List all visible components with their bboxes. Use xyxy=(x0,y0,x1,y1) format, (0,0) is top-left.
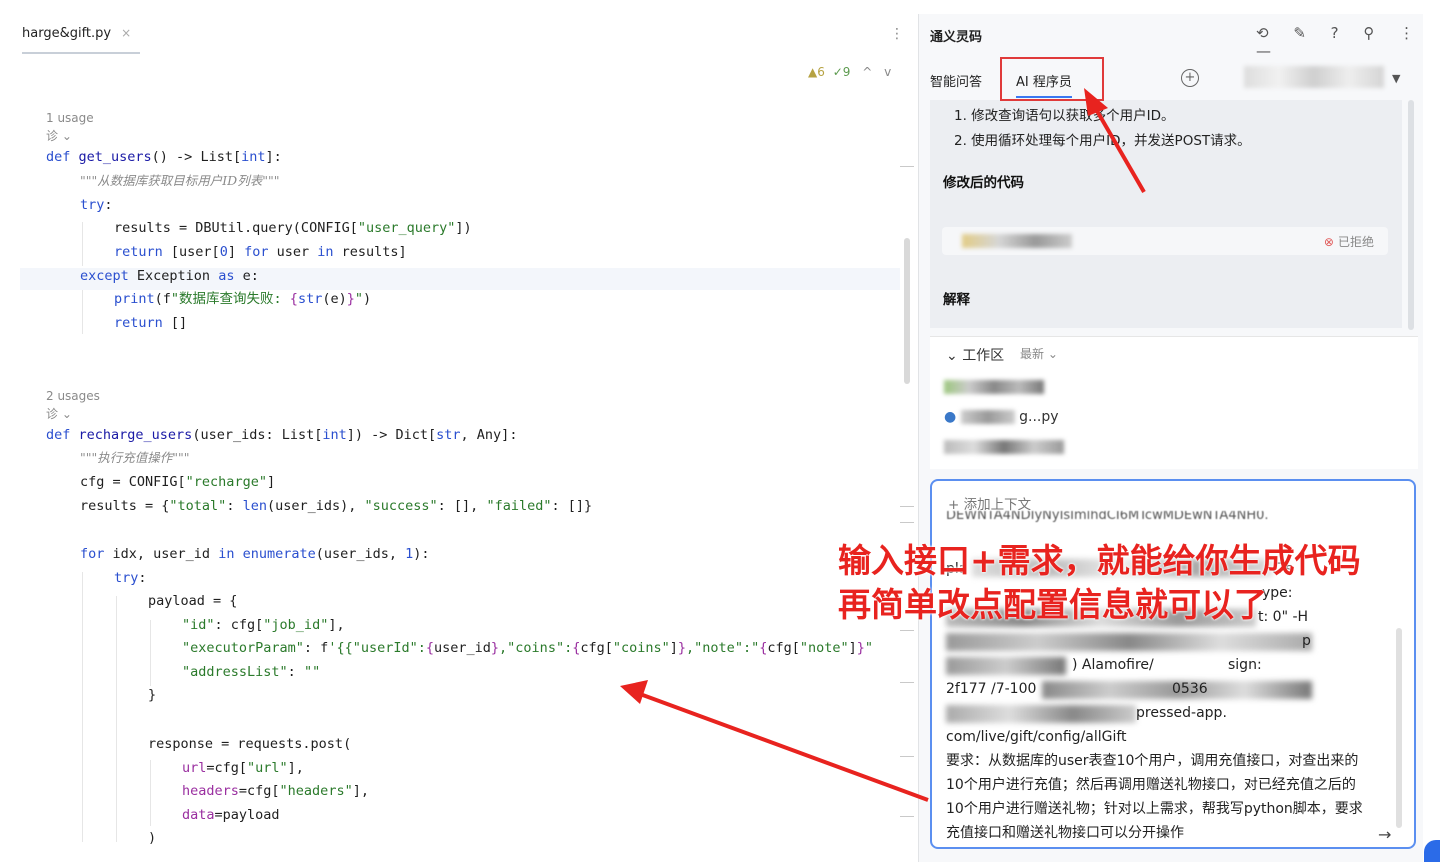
reject-icon: ⊗ xyxy=(1323,235,1334,249)
scroll-marker xyxy=(900,630,914,631)
blurred-text xyxy=(946,633,1312,651)
code-line: return [] xyxy=(114,315,188,331)
workspace-file[interactable]: ● g...py xyxy=(944,409,1059,425)
code-line: print(f"数据库查询失败: {str(e)}") xyxy=(114,291,372,307)
workspace-toggle[interactable]: ⌄ 工作区 xyxy=(946,345,1004,365)
indent-guide xyxy=(82,572,83,842)
python-icon: ● xyxy=(944,409,957,425)
code-line: results = DBUtil.query(CONFIG["user_quer… xyxy=(114,220,472,236)
editor-scrollbar[interactable] xyxy=(904,238,910,384)
code-line: url=cfg["url"], xyxy=(182,760,304,776)
code-editor[interactable]: harge&gift.py × ⋮ ▲6 ✓9 ^ v 1 usage 诊 ⌄ def… xyxy=(0,0,918,862)
tab-smart-qa[interactable]: 智能问答 xyxy=(930,71,982,90)
code-line: "addressList": "" xyxy=(182,664,321,680)
code-line: response = requests.post( xyxy=(148,736,352,752)
inspection-widget[interactable]: ▲6 ✓9 ^ v xyxy=(808,65,891,79)
check-icon[interactable]: ✓9 xyxy=(833,65,851,79)
indent-guide xyxy=(82,222,83,266)
usage-hint[interactable]: 诊 ⌄ xyxy=(46,125,72,147)
scroll-marker xyxy=(900,682,914,683)
editor-tab[interactable]: harge&gift.py × xyxy=(22,26,131,41)
panel-scrollbar[interactable] xyxy=(1408,100,1414,330)
code-line: "executorParam": f'{{"userId":{user_id},… xyxy=(182,640,874,656)
input-text: p xyxy=(1302,633,1311,649)
code-line: try: xyxy=(114,570,147,586)
chevron-down-icon[interactable]: ▼ xyxy=(1392,72,1400,85)
code-line: return [user[0] for user in results] xyxy=(114,244,407,260)
user-selector[interactable] xyxy=(1244,66,1384,88)
input-text: pressed-app. xyxy=(1136,705,1227,721)
code-change-chip[interactable]: ⊗ 已拒绝 xyxy=(942,227,1388,255)
scroll-marker xyxy=(900,756,914,757)
code-line: data=payload xyxy=(182,807,280,823)
input-text: 0536 xyxy=(1172,681,1208,697)
code-line: cfg = CONFIG["recharge"] xyxy=(80,474,276,490)
list-item: 2. 使用循环处理每个用户ID，并发送POST请求。 xyxy=(954,133,1251,149)
chevron-down-icon[interactable]: v xyxy=(884,65,891,79)
code-line: payload = { xyxy=(148,593,238,609)
close-icon[interactable]: × xyxy=(121,26,131,40)
code-line: def get_users() -> List[int]: xyxy=(46,149,282,165)
blurred-filename xyxy=(960,410,1015,424)
chevron-down-icon[interactable]: ⌄ xyxy=(946,348,962,364)
add-context-button[interactable]: + 添加上下文 xyxy=(948,493,1031,513)
input-text: t: 0" -H xyxy=(1258,609,1309,625)
more-icon[interactable]: ⋮ xyxy=(890,26,904,42)
annotation-line-1: 输入接口+需求，就能给你生成代码 xyxy=(838,541,1361,580)
usage-hint[interactable]: 诊 ⌄ xyxy=(46,403,72,425)
code-line: try: xyxy=(80,197,113,213)
latest-filter[interactable]: 最新 ⌄ xyxy=(1020,345,1058,362)
indent-guide xyxy=(116,596,117,842)
workspace-file[interactable] xyxy=(944,439,1064,455)
panel-header-icons[interactable]: ⟲ ✎ ? ⚲ ⋮ — xyxy=(1256,24,1440,60)
list-item: 1. 修改查询语句以获取多个用户ID。 xyxy=(954,108,1175,124)
input-text: ype: xyxy=(1262,585,1293,601)
modified-code-heading: 修改后的代码 xyxy=(943,175,1024,191)
input-scrollbar[interactable] xyxy=(1396,628,1402,828)
blurred-text xyxy=(946,657,1066,675)
code-line: """从数据库获取目标用户ID列表""" xyxy=(80,173,280,188)
blurred-text xyxy=(946,705,1136,723)
scroll-marker xyxy=(900,506,914,507)
scroll-marker xyxy=(900,522,914,523)
chevron-up-icon[interactable]: ^ xyxy=(862,65,872,79)
code-line: for idx, user_id in enumerate(user_ids, … xyxy=(80,546,430,562)
annotation-line-2: 再简单改点配置信息就可以了 xyxy=(838,585,1267,624)
code-line: "id": cfg["job_id"], xyxy=(182,617,345,633)
tab-title[interactable]: harge&gift.py xyxy=(22,26,111,41)
workspace-section: ⌄ 工作区 最新 ⌄ ● g...py xyxy=(930,336,1418,469)
indent-guide xyxy=(150,760,151,826)
code-line: results = {"total": len(user_ids), "succ… xyxy=(80,498,593,514)
input-text: DEWNTA4NDIyNyIsImlhdCI6MTcwMDEwNTA4NH0. xyxy=(946,511,1269,523)
highlight-box xyxy=(1000,57,1104,101)
code-line: headers=cfg["headers"], xyxy=(182,783,369,799)
blurred-filename xyxy=(944,440,1064,454)
blurred-filename xyxy=(944,380,1044,394)
code-line: def recharge_users(user_ids: List[int]) … xyxy=(46,427,518,443)
input-text: sign: xyxy=(1228,657,1262,673)
rejected-status: ⊗ 已拒绝 xyxy=(1323,235,1374,249)
explain-heading: 解释 xyxy=(943,292,970,308)
code-line: } xyxy=(148,687,157,703)
active-tab-underline xyxy=(22,52,140,54)
workspace-file[interactable] xyxy=(944,379,1044,395)
input-text: ) Alamofire/ xyxy=(1072,657,1154,673)
scroll-marker xyxy=(900,166,914,167)
code-line: """执行充值操作""" xyxy=(80,450,190,465)
code-line: ) xyxy=(148,830,157,846)
scroll-marker xyxy=(900,816,914,817)
input-text: com/live/gift/config/allGift xyxy=(946,729,1127,745)
indent-guide xyxy=(82,290,83,334)
indent-guide xyxy=(150,620,151,686)
requirement-text: 要求：从数据库的user表查10个用户，调用充值接口，对查出来的10个用户进行充… xyxy=(946,753,1363,841)
warning-icon[interactable]: ▲6 xyxy=(808,65,825,79)
file-name-blurred xyxy=(962,234,1072,248)
code-line: except Exception as e: xyxy=(80,268,259,284)
corner-badge xyxy=(1424,840,1440,862)
assistant-message: 1. 修改查询语句以获取多个用户ID。 2. 使用循环处理每个用户ID，并发送P… xyxy=(930,100,1402,328)
new-chat-icon[interactable]: + xyxy=(1181,69,1199,87)
panel-title: 通义灵码 xyxy=(930,30,983,45)
send-icon[interactable]: → xyxy=(1378,825,1391,844)
